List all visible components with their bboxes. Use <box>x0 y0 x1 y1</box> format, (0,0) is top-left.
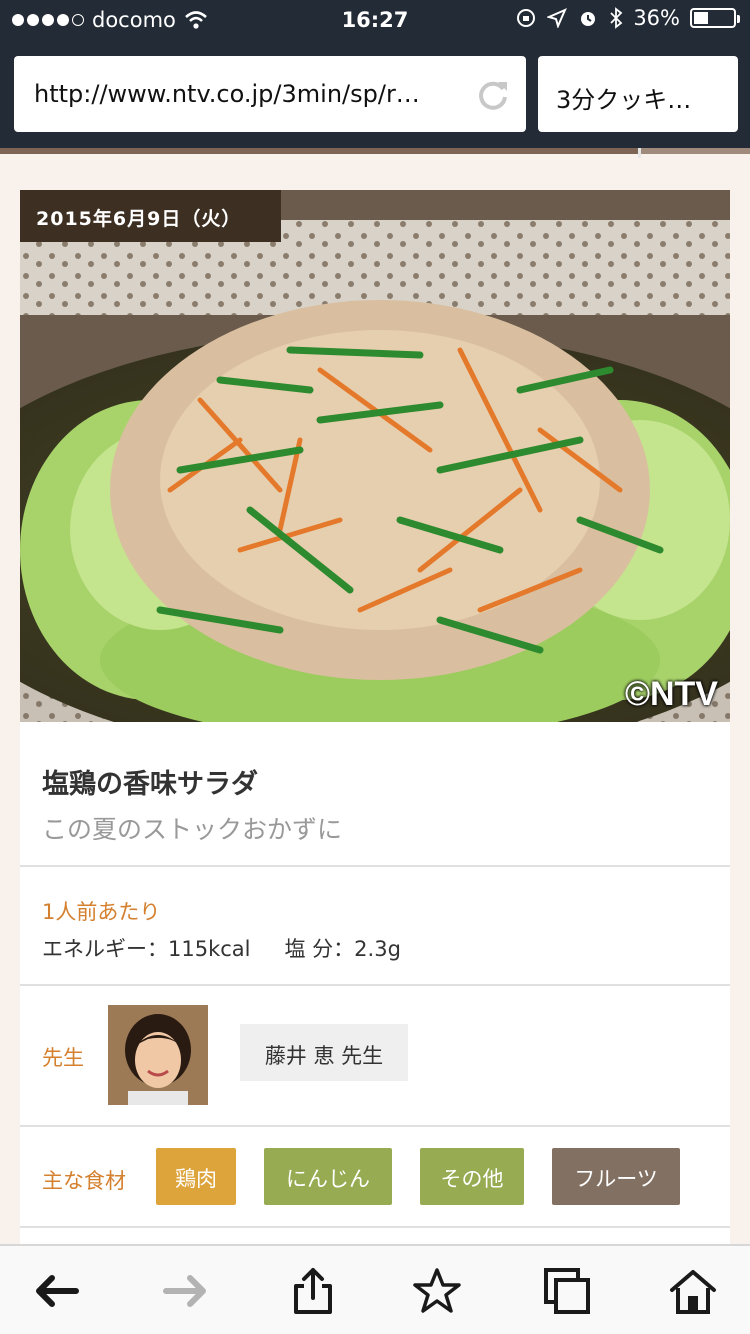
tabs-icon[interactable] <box>542 1266 592 1316</box>
teacher-label: 先生 <box>42 1046 84 1070</box>
forward-arrow-icon[interactable] <box>160 1266 210 1316</box>
address-bar[interactable]: http://www.ntv.co.jp/3min/sp/r… <box>14 56 526 132</box>
load-progress-bar <box>0 148 750 158</box>
divider <box>20 1226 730 1228</box>
reload-icon[interactable] <box>476 78 510 112</box>
url-text[interactable]: http://www.ntv.co.jp/3min/sp/r… <box>34 80 464 108</box>
recipe-photo: 2015年6月9日（火） ©NTV <box>20 190 730 722</box>
recipe-subtitle: この夏のストックおかずに <box>42 815 343 844</box>
bluetooth-icon <box>610 7 623 29</box>
ingredient-tag-other[interactable]: その他 <box>420 1148 524 1205</box>
divider <box>20 1125 730 1127</box>
page-title-box[interactable]: 3分クッキ… <box>538 56 738 132</box>
browser-toolbar <box>0 1244 750 1334</box>
share-icon[interactable] <box>288 1266 338 1316</box>
teacher-name-button[interactable]: 藤井 恵 先生 <box>240 1024 408 1081</box>
per-serving-label: 1人前あたり <box>42 900 161 924</box>
recipe-card: 2015年6月9日（火） ©NTV 塩鶏の香味サラダ この夏のストックおかずに … <box>20 190 730 1250</box>
back-arrow-icon[interactable] <box>32 1266 82 1316</box>
recipe-title: 塩鶏の香味サラダ <box>42 769 258 800</box>
divider <box>20 984 730 986</box>
salt-value: 塩 分：2.3g <box>284 937 401 961</box>
browser-chrome: docomo 16:27 36% http://www.ntv.co.jp/3m… <box>0 0 750 158</box>
ingredient-tag-fruit[interactable]: フルーツ <box>552 1148 680 1205</box>
battery-percent: 36% <box>633 6 680 30</box>
rotation-lock-icon <box>517 9 536 27</box>
status-bar: docomo 16:27 36% <box>0 0 750 40</box>
nutrition-info: エネルギー：115kcal 塩 分：2.3g <box>42 933 401 963</box>
star-icon[interactable] <box>412 1266 462 1316</box>
divider <box>20 865 730 867</box>
ingredients-label: 主な食材 <box>42 1169 126 1193</box>
date-badge: 2015年6月9日（火） <box>20 190 281 242</box>
salad-image <box>20 190 730 722</box>
battery-icon <box>690 8 740 28</box>
home-icon[interactable] <box>668 1266 718 1316</box>
location-arrow-icon <box>547 8 568 28</box>
teacher-avatar[interactable] <box>108 1005 208 1105</box>
photo-credit: ©NTV <box>624 675 718 713</box>
energy-value: エネルギー：115kcal <box>42 937 251 961</box>
alarm-icon <box>581 12 596 26</box>
ingredient-tag-chicken[interactable]: 鶏肉 <box>156 1148 236 1205</box>
ingredient-tag-carrot[interactable]: にんじん <box>264 1148 392 1205</box>
page-title: 3分クッキ… <box>556 86 692 114</box>
